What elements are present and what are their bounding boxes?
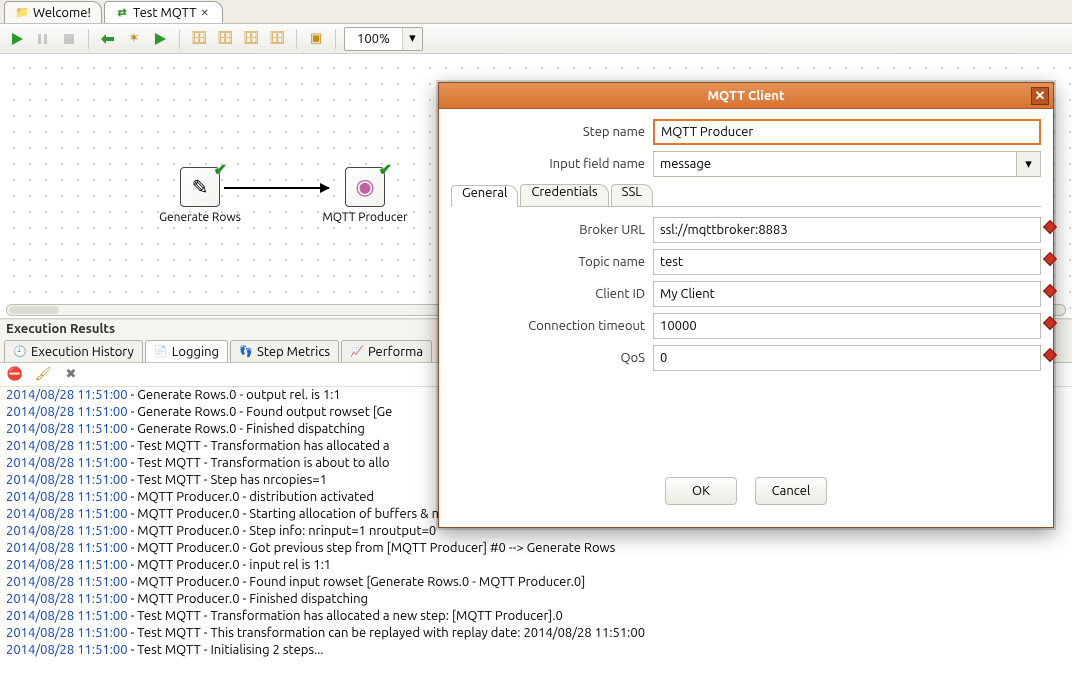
connection-timeout-label: Connection timeout [451, 319, 653, 333]
input-field-name-combo[interactable] [653, 151, 1017, 177]
client-id-input[interactable] [653, 281, 1041, 307]
pencil-icon: ✎ [192, 175, 209, 199]
impact-button[interactable]: 🗄 [214, 28, 236, 50]
cancel-button[interactable]: Cancel [755, 477, 827, 505]
log-line: 2014/08/28 11:51:00 - MQTT Producer.0 - … [6, 574, 1066, 591]
db-sql-icon: 🗄 [243, 31, 260, 46]
stop-button[interactable] [58, 28, 80, 50]
db-check-icon: 🗄 [217, 31, 234, 46]
brush-icon: 🖌 [35, 367, 52, 382]
log-line: 2014/08/28 11:51:00 - Test MQTT - Transf… [6, 608, 1066, 625]
tools-icon: ✖ [66, 367, 77, 382]
log-line: 2014/08/28 11:51:00 - MQTT Producer.0 - … [6, 591, 1066, 608]
node-label: MQTT Producer [322, 211, 407, 224]
tab-credentials[interactable]: Credentials [520, 184, 608, 206]
ok-button[interactable]: OK [665, 477, 737, 505]
log-icon: 📄 [154, 345, 168, 359]
dialog-titlebar[interactable]: MQTT Client ✕ [439, 83, 1053, 109]
tab-execution-history[interactable]: 🕘Execution History [4, 340, 143, 362]
clear-log-button[interactable]: ⛔ [6, 366, 24, 384]
check-icon: ✔ [214, 160, 227, 179]
bug-icon: ✶ [129, 31, 140, 46]
explore-button[interactable]: 🗄 [266, 28, 288, 50]
tab-general[interactable]: General [451, 185, 518, 207]
folder-icon: 📁 [15, 6, 29, 20]
step-name-label: Step name [451, 125, 653, 139]
history-icon: 🕘 [13, 345, 27, 359]
zoom-combo[interactable]: 100% ▾ [344, 27, 423, 51]
node-generate-rows[interactable]: ✎✔ Generate Rows [175, 167, 225, 224]
pause-button[interactable] [32, 28, 54, 50]
sql-button[interactable]: 🗄 [240, 28, 262, 50]
input-field-name-label: Input field name [451, 157, 653, 171]
broker-url-label: Broker URL [451, 223, 653, 237]
log-line: 2014/08/28 11:51:00 - MQTT Producer.0 - … [6, 540, 1066, 557]
preview-button[interactable] [97, 28, 119, 50]
run-button[interactable] [6, 28, 28, 50]
tab-welcome[interactable]: 📁 Welcome! [4, 1, 102, 23]
log-line: 2014/08/28 11:51:00 - MQTT Producer.0 - … [6, 557, 1066, 574]
log-line: 2014/08/28 11:51:00 - Test MQTT - This t… [6, 625, 1066, 642]
replay-button[interactable] [149, 28, 171, 50]
footprint-icon: 👣 [239, 345, 253, 359]
log-settings-button[interactable]: 🖌 [34, 366, 52, 384]
qos-input[interactable] [653, 345, 1041, 371]
tab-label: Test MQTT [133, 6, 196, 20]
check-icon: ✔ [379, 160, 392, 179]
connection-timeout-input[interactable] [653, 313, 1041, 339]
node-mqtt-producer[interactable]: ◉✔ MQTT Producer [340, 167, 390, 224]
panel-icon: ▣ [310, 31, 322, 46]
swirl-icon: ◉ [355, 174, 374, 200]
verify-button[interactable]: 🗄 [188, 28, 210, 50]
log-line: 2014/08/28 11:51:00 - Test MQTT - Initia… [6, 642, 1066, 659]
step-name-input[interactable] [653, 119, 1041, 145]
debug-button[interactable]: ✶ [123, 28, 145, 50]
tab-ssl[interactable]: SSL [611, 184, 653, 206]
node-label: Generate Rows [159, 211, 241, 224]
chevron-down-icon[interactable]: ▾ [1017, 151, 1041, 177]
tab-logging[interactable]: 📄Logging [145, 340, 228, 362]
tab-label: Welcome! [33, 6, 91, 20]
close-icon: ✕ [1035, 89, 1046, 104]
broker-url-input[interactable] [653, 217, 1041, 243]
client-id-label: Client ID [451, 287, 653, 301]
zoom-value: 100% [345, 32, 402, 46]
hop-arrow[interactable] [224, 187, 329, 189]
show-results-button[interactable]: ▣ [305, 28, 327, 50]
mqtt-client-dialog: MQTT Client ✕ Step name Input field name… [438, 82, 1054, 528]
editor-tabs: 📁 Welcome! ⇄ Test MQTT ✕ [0, 0, 1072, 24]
tab-performance-graph[interactable]: 📈Performa [341, 340, 432, 362]
transformation-icon: ⇄ [115, 6, 129, 20]
chart-icon: 📈 [350, 345, 364, 359]
topic-name-label: Topic name [451, 255, 653, 269]
main-toolbar: ✶ 🗄 🗄 🗄 🗄 ▣ 100% ▾ [0, 24, 1072, 54]
tab-test-mqtt[interactable]: ⇄ Test MQTT ✕ [104, 1, 223, 23]
topic-name-input[interactable] [653, 249, 1041, 275]
close-button[interactable]: ✕ [1031, 87, 1049, 105]
log-tools-button[interactable]: ✖ [62, 366, 80, 384]
qos-label: QoS [451, 351, 653, 365]
chevron-down-icon[interactable]: ▾ [402, 28, 422, 50]
dialog-title: MQTT Client [707, 89, 784, 103]
db-search-icon: 🗄 [269, 31, 286, 46]
db-icon: 🗄 [191, 31, 208, 46]
dialog-inner-tabs: General Credentials SSL [451, 183, 1041, 207]
stop-circle-icon: ⛔ [7, 367, 23, 382]
close-icon[interactable]: ✕ [200, 7, 212, 19]
tab-step-metrics[interactable]: 👣Step Metrics [230, 340, 339, 362]
